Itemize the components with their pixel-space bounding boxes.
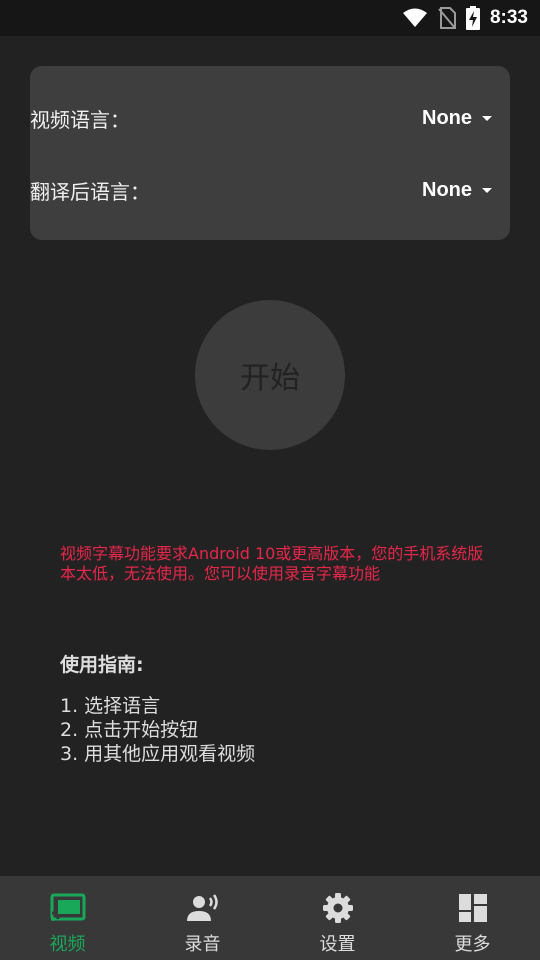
dropdown-arrow-icon xyxy=(482,115,492,121)
nav-item-settings[interactable]: 设置 xyxy=(270,876,405,960)
gear-icon xyxy=(322,892,354,924)
guide-step: 1. 选择语言 xyxy=(60,695,161,717)
status-bar: 8:33 xyxy=(0,0,540,36)
version-warning-text: 视频字幕功能要求Android 10或更高版本，您的手机系统版本太低，无法使用。… xyxy=(60,544,484,583)
video-language-dropdown[interactable]: None xyxy=(422,107,492,130)
guide-title: 使用指南: xyxy=(60,654,144,676)
nav-label-more: 更多 xyxy=(454,934,491,955)
video-language-label: 视频语言： xyxy=(30,107,130,132)
language-card xyxy=(30,66,510,240)
bottom-navigation: 视频 录音 设置 更多 xyxy=(0,876,540,960)
guide-step: 2. 点击开始按钮 xyxy=(60,719,199,741)
dropdown-arrow-icon xyxy=(482,187,492,193)
no-sim-icon xyxy=(438,7,456,29)
nav-item-video[interactable]: 视频 xyxy=(0,876,135,960)
nav-label-video: 视频 xyxy=(49,934,86,955)
translated-language-label: 翻译后语言： xyxy=(30,179,150,204)
wifi-icon xyxy=(402,8,428,28)
translated-language-row: 翻译后语言： None xyxy=(30,170,492,210)
start-button[interactable]: 开始 xyxy=(195,300,345,450)
guide-step: 3. 用其他应用观看视频 xyxy=(60,743,256,765)
video-language-value: None xyxy=(422,106,472,129)
video-language-row: 视频语言： None xyxy=(30,98,492,138)
status-time: 8:33 xyxy=(489,7,528,28)
nav-label-settings: 设置 xyxy=(319,934,356,955)
translated-language-dropdown[interactable]: None xyxy=(422,179,492,202)
translated-language-value: None xyxy=(422,178,472,201)
battery-charging-icon xyxy=(465,6,480,30)
nav-item-record[interactable]: 录音 xyxy=(135,876,270,960)
dashboard-icon xyxy=(458,892,488,924)
nav-label-record: 录音 xyxy=(184,934,221,955)
voice-icon xyxy=(185,892,221,924)
guide-steps: 1. 选择语言 2. 点击开始按钮 3. 用其他应用观看视频 xyxy=(60,694,255,766)
cast-icon xyxy=(50,892,86,924)
nav-item-more[interactable]: 更多 xyxy=(405,876,540,960)
